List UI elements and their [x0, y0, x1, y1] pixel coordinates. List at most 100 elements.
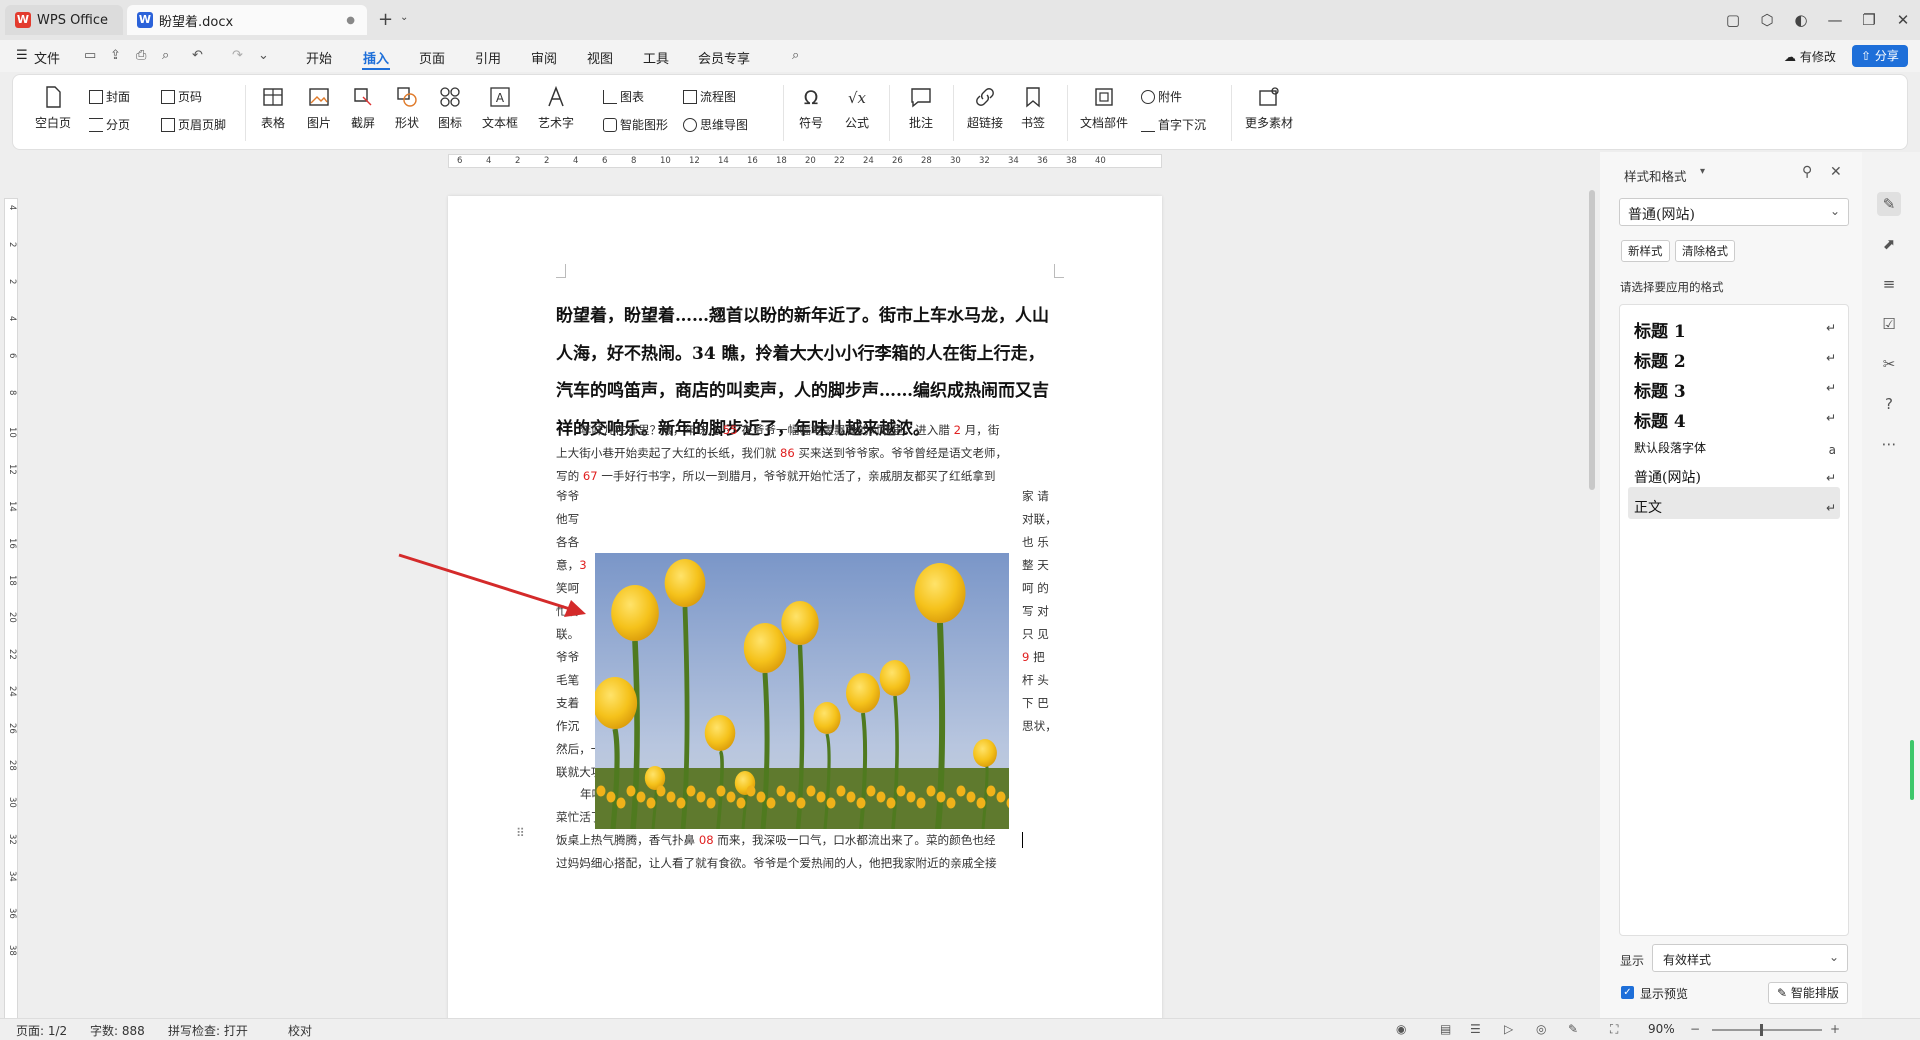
page-view-icon[interactable]: ▤ — [1440, 1022, 1451, 1036]
show-filter-select[interactable]: 有效样式 ⌄ — [1652, 944, 1848, 972]
tulip-image[interactable] — [595, 553, 1009, 829]
formula-button[interactable]: √x 公式 — [837, 85, 877, 131]
page-number-button[interactable]: 页码 — [161, 88, 202, 105]
icon-button[interactable]: 图标 — [433, 85, 467, 131]
pen-icon[interactable]: ✎ — [1877, 192, 1901, 216]
chart-button[interactable]: 图表 — [603, 88, 644, 105]
style-item[interactable]: 标题 3 ↵ — [1620, 373, 1848, 403]
restore-icon[interactable]: ❐ — [1852, 11, 1886, 29]
style-item[interactable]: 正文 ↵ — [1620, 493, 1848, 523]
bookmark-button[interactable]: 书签 — [1013, 85, 1053, 131]
undo-icon[interactable]: ↶ — [192, 48, 203, 63]
new-tab-icon[interactable]: + — [378, 9, 393, 30]
unsaved-dot-icon[interactable]: ● — [346, 15, 355, 26]
spell-check[interactable]: 拼写检查: 打开 — [168, 1022, 248, 1039]
smart-layout-button[interactable]: ✎ 智能排版 — [1768, 982, 1848, 1004]
play-icon[interactable]: ▷ — [1504, 1022, 1513, 1036]
page-break-button[interactable]: 分页 — [89, 116, 130, 133]
panel-close-icon[interactable]: ✕ — [1830, 164, 1842, 180]
chevron-down-icon[interactable]: ⌄ — [400, 12, 408, 23]
cube-icon[interactable]: ⬡ — [1750, 11, 1784, 29]
wordart-button[interactable]: 艺术字 — [531, 85, 581, 131]
screenshot-button[interactable]: 截屏 — [343, 85, 383, 131]
tools-icon[interactable]: ✂ — [1877, 352, 1901, 376]
window-layout-icon[interactable]: ▢ — [1716, 11, 1750, 29]
attachment-button[interactable]: 附件 — [1141, 88, 1182, 105]
menu-tab-3[interactable]: 引用 — [475, 48, 501, 67]
symbol-button[interactable]: Ω 符号 — [791, 85, 831, 131]
shape-button[interactable]: 形状 — [387, 85, 427, 131]
blank-page-button[interactable]: 空白页 — [29, 85, 77, 131]
zoom-level[interactable]: 90% — [1648, 1022, 1675, 1036]
doc-parts-button[interactable]: 文档部件 — [1075, 85, 1133, 131]
mindmap-button[interactable]: 思维导图 — [683, 116, 748, 133]
vertical-ruler[interactable]: 4 2 2 4 6 8 10 12 14 16 18 20 22 24 26 28 30 32 34 36 38 — [4, 198, 18, 1020]
table-button[interactable]: 表格 — [253, 85, 293, 131]
menu-tab-2[interactable]: 页面 — [419, 48, 445, 67]
hyperlink-button[interactable]: 超链接 — [963, 85, 1007, 131]
pin-icon[interactable]: ⚲ — [1802, 164, 1812, 180]
document-scrollbar[interactable] — [1587, 162, 1597, 1012]
menu-tab-5[interactable]: 视图 — [587, 48, 613, 67]
tab-home[interactable]: W WPS Office — [5, 5, 123, 35]
export-icon[interactable]: ⇪ — [110, 48, 121, 63]
check-icon[interactable]: ☑ — [1877, 312, 1901, 336]
comment-button[interactable]: 批注 — [901, 85, 941, 131]
horizontal-ruler[interactable]: 6 4 2 2 4 6 8 10 12 14 16 18 20 22 24 26 28 30 32 34 36 38 40 — [448, 154, 1162, 168]
cover-button[interactable]: 封面 — [89, 88, 130, 105]
more-assets-button[interactable]: 更多素材 — [1239, 85, 1299, 131]
current-style-select[interactable]: 普通(网站) ⌄ — [1619, 198, 1849, 226]
menu-tab-4[interactable]: 审阅 — [531, 48, 557, 67]
style-item[interactable]: 默认段落字体 a — [1620, 435, 1848, 465]
drag-handle-icon[interactable]: ⠿ — [516, 826, 525, 840]
zoom-slider-thumb[interactable] — [1760, 1024, 1763, 1036]
outline-icon[interactable]: ☰ — [1470, 1022, 1481, 1036]
menu-icon[interactable]: ☰ — [16, 48, 28, 63]
tab-document[interactable]: W 盼望着.docx ● — [127, 5, 367, 35]
save-icon[interactable]: ▭ — [84, 48, 96, 63]
print-preview-icon[interactable]: ⌕ — [162, 48, 169, 63]
print-icon[interactable]: ⎙ — [136, 48, 146, 63]
style-item[interactable]: 标题 1 ↵ — [1620, 313, 1848, 343]
panel-title-chevron-icon[interactable]: ▾ — [1700, 166, 1705, 177]
page-indicator[interactable]: 页面: 1/2 — [16, 1022, 67, 1039]
scroll-thumb[interactable] — [1589, 190, 1595, 490]
adjust-icon[interactable]: ≡ — [1877, 272, 1901, 296]
eye-icon[interactable]: ◉ — [1396, 1022, 1406, 1036]
web-view-icon[interactable]: ◎ — [1536, 1022, 1546, 1036]
header-footer-button[interactable]: 页眉页脚 — [161, 116, 226, 133]
new-style-button[interactable]: 新样式 — [1621, 240, 1670, 262]
picture-button[interactable]: 图片 — [299, 85, 339, 131]
proofread[interactable]: 校对 — [288, 1022, 312, 1039]
menu-tab-insert[interactable]: 插入 — [363, 48, 389, 67]
redo-icon[interactable]: ↷ — [232, 48, 243, 63]
more-chevron-icon[interactable]: ⌄ — [258, 48, 269, 63]
style-item[interactable]: 标题 4 ↵ — [1620, 403, 1848, 433]
textbox-button[interactable]: A 文本框 — [475, 85, 525, 131]
clear-format-button[interactable]: 清除格式 — [1675, 240, 1735, 262]
avatar[interactable]: ◐ — [1784, 11, 1818, 29]
zoom-in-icon[interactable]: + — [1830, 1022, 1840, 1036]
minimize-icon[interactable]: — — [1818, 11, 1852, 29]
zoom-out-icon[interactable]: − — [1690, 1022, 1700, 1036]
modified-indicator[interactable]: ☁ 有修改 — [1784, 48, 1836, 65]
close-icon[interactable]: ✕ — [1886, 11, 1920, 29]
zoom-slider[interactable] — [1712, 1029, 1822, 1031]
share-button[interactable]: ⇧ 分享 — [1852, 45, 1908, 67]
help-icon[interactable]: ? — [1877, 392, 1901, 416]
preview-checkbox[interactable]: ✓ — [1621, 986, 1634, 999]
smart-graphic-button[interactable]: 智能图形 — [603, 116, 668, 133]
more-icon[interactable]: ⋯ — [1877, 432, 1901, 456]
menu-tab-0[interactable]: 开始 — [306, 48, 332, 67]
style-item[interactable]: 标题 2 ↵ — [1620, 343, 1848, 373]
menu-tab-7[interactable]: 会员专享 — [698, 48, 750, 67]
style-item[interactable]: 普通(网站) ↵ — [1620, 463, 1848, 493]
menu-tab-6[interactable]: 工具 — [643, 48, 669, 67]
menu-file[interactable]: 文件 — [34, 48, 60, 67]
select-icon[interactable]: ⬈ — [1877, 232, 1901, 256]
word-count[interactable]: 字数: 888 — [90, 1022, 145, 1039]
pen-mode-icon[interactable]: ✎ — [1568, 1022, 1578, 1036]
search-icon[interactable]: ⌕ — [792, 48, 799, 63]
fit-icon[interactable]: ⛶ — [1610, 1022, 1618, 1037]
drop-cap-button[interactable]: 首字下沉 — [1141, 116, 1206, 133]
